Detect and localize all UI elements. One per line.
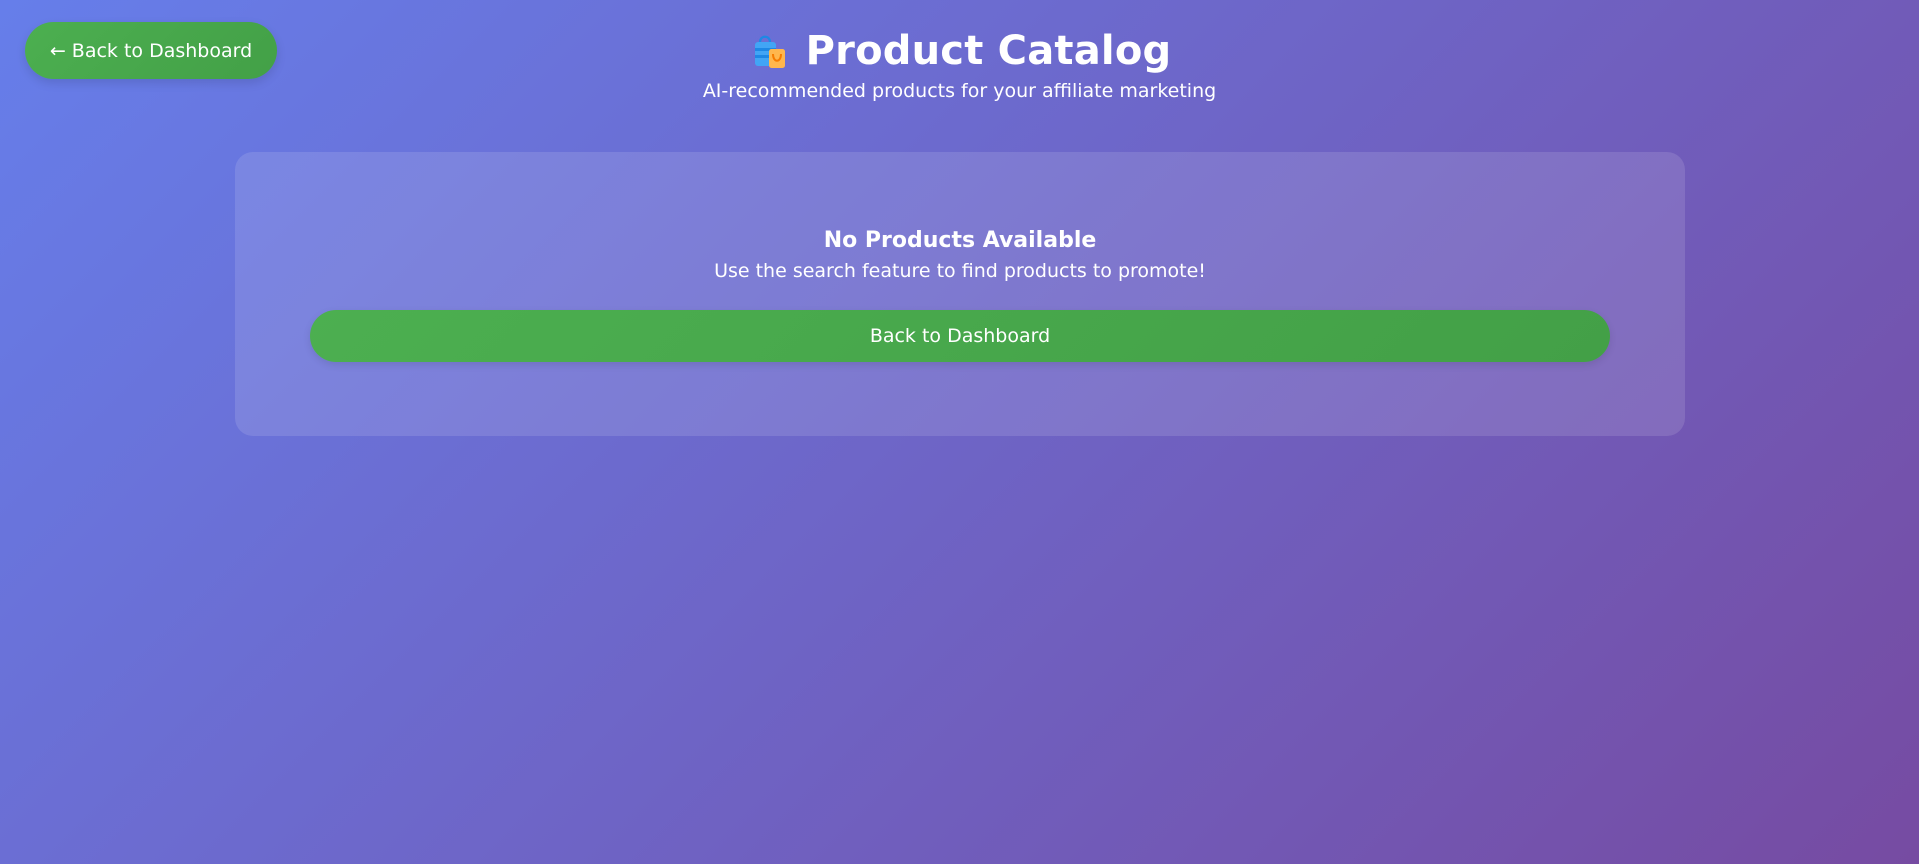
shopping-bags-icon (748, 29, 792, 73)
title-row: Product Catalog (0, 24, 1919, 78)
page-subtitle: AI-recommended products for your affilia… (702, 80, 1217, 102)
page-header: Product Catalog AI-recommended products … (0, 24, 1919, 102)
empty-state-message: Use the search feature to find products … (714, 260, 1206, 282)
page-title: Product Catalog (805, 28, 1172, 74)
empty-state-title: No Products Available (823, 228, 1097, 253)
empty-state-card: No Products Available Use the search fea… (235, 152, 1685, 436)
empty-state-back-button[interactable]: Back to Dashboard (310, 310, 1610, 362)
